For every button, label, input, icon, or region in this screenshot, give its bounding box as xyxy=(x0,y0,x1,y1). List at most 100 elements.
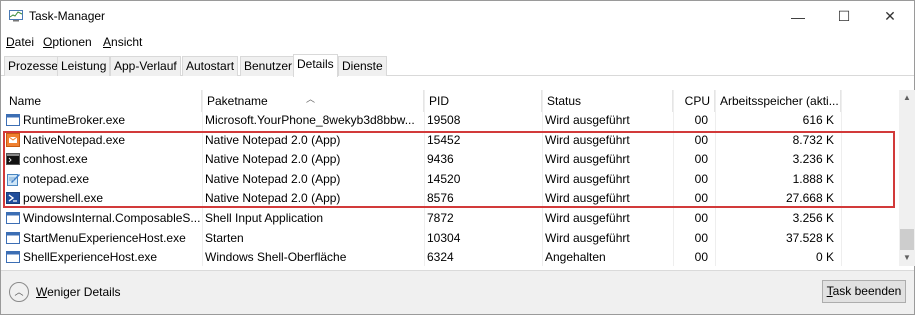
cell-name: RuntimeBroker.exe xyxy=(4,110,202,130)
cell-pid-text: 6324 xyxy=(427,250,454,265)
cell-package: Microsoft.YourPhone_8wekyb3d8bbw... xyxy=(202,110,424,130)
cell-package: Shell Input Application xyxy=(202,208,424,228)
cell-memory: 8.732 K xyxy=(715,130,841,150)
cell-cpu: 00 xyxy=(673,149,715,169)
cell-cpu-text: 00 xyxy=(694,250,708,265)
cell-pid-text: 19508 xyxy=(427,113,461,127)
task-manager-icon xyxy=(9,10,23,22)
cell-cpu: 00 xyxy=(673,208,715,228)
cell-pid-text: 8576 xyxy=(427,191,454,206)
cell-pid: 10304 xyxy=(424,228,542,248)
cell-cpu-text: 00 xyxy=(694,211,708,225)
cell-memory-text: 37.528 K xyxy=(785,230,834,245)
cell-pid-text: 14520 xyxy=(427,171,461,186)
cell-cpu-text: 00 xyxy=(694,230,708,245)
cell-status-text: Wird ausgeführt xyxy=(545,152,630,167)
cell-memory: 3.236 K xyxy=(715,149,841,169)
cell-package-text: Native Notepad 2.0 (App) xyxy=(205,171,341,186)
cell-status: Wird ausgeführt xyxy=(542,208,673,228)
chevron-up-icon[interactable]: ︿ xyxy=(9,282,29,302)
cell-status: Wird ausgeführt xyxy=(542,169,673,189)
menu-view[interactable]: Ansicht xyxy=(103,35,142,49)
task-manager-window: Task-Manager — ☐ ✕ Datei Optionen Ansich… xyxy=(0,0,915,315)
tab-startup[interactable]: Autostart xyxy=(182,56,239,76)
table-row[interactable]: NativeNotepad.exe Native Notepad 2.0 (App… xyxy=(4,130,899,150)
scroll-up-icon[interactable]: ▲ xyxy=(899,90,915,106)
cell-cpu-text: 00 xyxy=(694,152,708,167)
column-header-pid[interactable]: PID xyxy=(424,90,542,112)
menu-file[interactable]: Datei xyxy=(6,35,34,49)
table-row[interactable]: ShellExperienceHost.exe Windows Shell-Obe… xyxy=(4,247,899,266)
column-header-status[interactable]: Status xyxy=(542,90,673,112)
cell-status: Wird ausgeführt xyxy=(542,188,673,208)
minimize-button[interactable]: — xyxy=(775,1,821,32)
cell-name-text: conhost.exe xyxy=(23,152,88,167)
fewer-details-link[interactable]: Weniger Details xyxy=(36,285,120,299)
cell-status: Wird ausgeführt xyxy=(542,149,673,169)
cell-cpu: 00 xyxy=(673,169,715,189)
cell-status-text: Wird ausgeführt xyxy=(545,230,630,245)
close-button[interactable]: ✕ xyxy=(867,1,913,32)
table-row[interactable]: powershell.exe Native Notepad 2.0 (App) 85… xyxy=(4,188,899,208)
maximize-button[interactable]: ☐ xyxy=(821,1,867,32)
cell-pid-text: 7872 xyxy=(427,211,454,225)
column-header-package-label: Paketname xyxy=(207,94,268,108)
table-row[interactable]: StartMenuExperienceHost.exe Starten 10304 W… xyxy=(4,228,899,248)
cell-pid: 8576 xyxy=(424,188,542,208)
cell-name: powershell.exe xyxy=(4,188,202,208)
table-row[interactable]: RuntimeBroker.exe Microsoft.YourPhone_8we… xyxy=(4,110,899,130)
cell-package-text: Native Notepad 2.0 (App) xyxy=(205,152,341,167)
tab-processes[interactable]: Prozesse xyxy=(4,56,63,76)
window-title: Task-Manager xyxy=(29,9,106,23)
end-task-button[interactable]: Task beenden xyxy=(822,280,906,303)
cell-status-text: Wird ausgeführt xyxy=(545,191,630,206)
tab-users[interactable]: Benutzer xyxy=(240,56,297,76)
cell-name-text: NativeNotepad.exe xyxy=(23,132,126,147)
scroll-thumb[interactable] xyxy=(900,229,914,250)
cell-pid: 19508 xyxy=(424,110,542,130)
close-icon: ✕ xyxy=(884,8,896,24)
maximize-icon: ☐ xyxy=(837,8,851,24)
footer-bar: ︿ Weniger Details Task beenden xyxy=(1,270,914,314)
window-app-icon xyxy=(6,231,20,245)
cell-status: Wird ausgeführt xyxy=(542,228,673,248)
tab-performance[interactable]: Leistung xyxy=(57,56,111,76)
title-bar[interactable]: Task-Manager — ☐ ✕ xyxy=(1,1,914,32)
cell-status: Wird ausgeführt xyxy=(542,130,673,150)
window-app-icon xyxy=(6,211,20,225)
table-row[interactable]: conhost.exe Native Notepad 2.0 (App) 9436 W… xyxy=(4,149,899,169)
cell-package: Starten xyxy=(202,228,424,248)
cell-memory: 37.528 K xyxy=(715,228,841,248)
cell-package: Native Notepad 2.0 (App) xyxy=(202,169,424,189)
cell-pid: 6324 xyxy=(424,247,542,266)
cell-status-text: Wird ausgeführt xyxy=(545,132,630,147)
menu-options[interactable]: Optionen xyxy=(43,35,92,49)
tab-services[interactable]: Dienste xyxy=(338,56,387,76)
vertical-scrollbar[interactable]: ▲ ▼ xyxy=(899,90,915,266)
cell-memory-text: 8.732 K xyxy=(792,132,834,147)
sort-ascending-icon: ︿ xyxy=(306,94,316,104)
tab-app-history[interactable]: App-Verlauf xyxy=(110,56,181,76)
column-header-package[interactable]: Paketname ︿ xyxy=(202,90,424,112)
cell-name: WindowsInternal.ComposableS... xyxy=(4,208,202,228)
window-app-icon xyxy=(6,250,20,264)
process-table: Name Paketname ︿ PID Status CPU Arbeitss… xyxy=(4,90,899,266)
cell-memory: 616 K xyxy=(715,110,841,130)
column-header-memory[interactable]: Arbeitsspeicher (akti... xyxy=(715,90,841,112)
cell-memory-text: 3.256 K xyxy=(792,211,834,225)
cell-package-text: Microsoft.YourPhone_8wekyb3d8bbw... xyxy=(205,113,415,127)
cell-cpu: 00 xyxy=(673,228,715,248)
cell-package-text: Native Notepad 2.0 (App) xyxy=(205,191,341,206)
column-header-cpu[interactable]: CPU xyxy=(673,90,715,112)
cell-cpu: 00 xyxy=(673,188,715,208)
cell-name-text: powershell.exe xyxy=(23,191,104,206)
column-header-name[interactable]: Name xyxy=(4,90,202,112)
window-app-icon xyxy=(6,113,20,127)
scroll-down-icon[interactable]: ▼ xyxy=(899,250,915,266)
cell-cpu-text: 00 xyxy=(694,191,708,206)
cell-memory-text: 27.668 K xyxy=(785,191,834,206)
cell-status-text: Wird ausgeführt xyxy=(545,211,630,225)
table-row[interactable]: WindowsInternal.ComposableS... Shell Inpu… xyxy=(4,208,899,228)
tab-details[interactable]: Details xyxy=(293,54,338,77)
table-row[interactable]: notepad.exe Native Notepad 2.0 (App) 14520… xyxy=(4,169,899,189)
